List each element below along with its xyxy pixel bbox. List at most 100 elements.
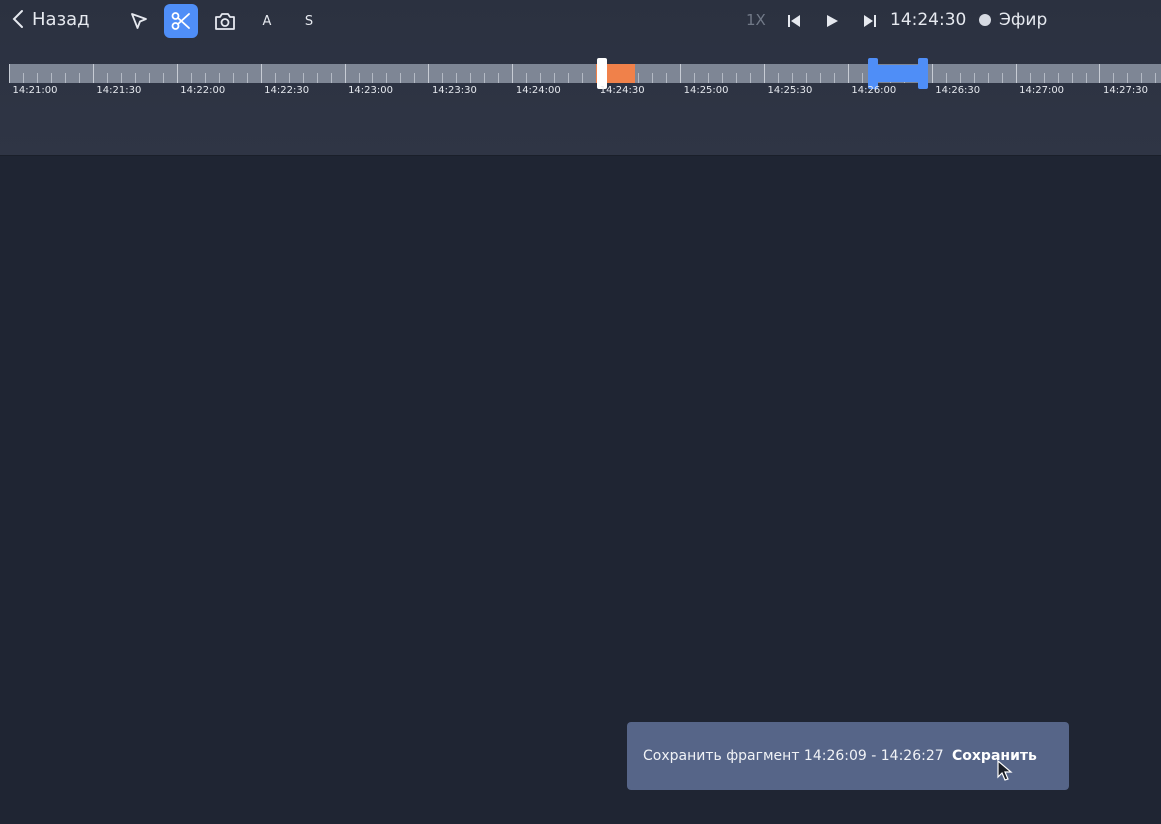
scissors-icon <box>171 12 190 30</box>
timeline-tick <box>414 73 416 83</box>
pointer-tool-button[interactable] <box>122 4 156 38</box>
current-time: 14:24:30 <box>890 10 967 30</box>
timeline-tick <box>1127 73 1129 83</box>
timeline-tick <box>372 73 374 83</box>
timeline-tick <box>1071 73 1073 83</box>
timeline-label: 14:25:30 <box>767 85 813 96</box>
timeline-tick <box>330 73 332 83</box>
a-button[interactable]: A <box>250 4 284 38</box>
timeline-tick <box>120 73 122 83</box>
a-label: A <box>262 13 272 29</box>
skip-next-icon <box>864 15 876 27</box>
timeline-label: 14:21:30 <box>96 85 142 96</box>
live-dot-icon <box>979 14 991 26</box>
timeline-tick <box>302 73 304 83</box>
timeline-label: 14:23:00 <box>348 85 393 96</box>
timeline-tick <box>246 73 248 83</box>
timeline-tick <box>708 73 710 83</box>
timeline-tick <box>680 64 682 83</box>
timeline-tick <box>791 73 793 83</box>
skip-previous-icon <box>788 15 800 27</box>
timeline-tick <box>428 64 430 83</box>
timeline-label: 14:24:30 <box>599 85 645 96</box>
timeline-tick <box>288 73 290 83</box>
timeline-label: 14:21:00 <box>12 85 58 96</box>
timeline-tick <box>833 73 835 83</box>
timeline-tick <box>190 73 192 83</box>
timeline-tick <box>526 73 528 83</box>
timeline-tick <box>218 73 220 83</box>
timeline-tick <box>805 73 807 83</box>
timeline-label: 14:26:30 <box>935 85 981 96</box>
s-button[interactable]: S <box>292 4 326 38</box>
timeline-tick <box>400 73 402 83</box>
timeline-tick <box>554 73 556 83</box>
live-button[interactable]: Эфир <box>979 10 1047 30</box>
timeline-label: 14:26:00 <box>851 85 897 96</box>
timeline-tick <box>694 73 696 83</box>
timeline-tick <box>540 73 542 83</box>
timeline-label: 14:23:30 <box>431 85 477 96</box>
timeline-tick <box>1155 73 1157 83</box>
timeline-tick <box>735 73 737 83</box>
timeline-tick <box>344 64 346 83</box>
timeline-label: 14:22:00 <box>180 85 226 96</box>
timeline-tick <box>36 73 38 83</box>
timeline-tick <box>568 73 570 83</box>
timeline-tick <box>148 73 150 83</box>
timeline-tick <box>1015 64 1017 83</box>
timeline-label: 14:27:00 <box>1019 85 1065 96</box>
back-button[interactable]: Назад <box>12 6 90 32</box>
timeline-tick <box>777 73 779 83</box>
skip-forward-button[interactable] <box>858 8 882 34</box>
timeline-tick <box>987 73 989 83</box>
timeline-tick <box>162 73 164 83</box>
timeline-tick <box>106 73 108 83</box>
timeline-tick <box>134 73 136 83</box>
skip-back-button[interactable] <box>782 8 806 34</box>
snapshot-button[interactable] <box>208 4 242 38</box>
timeline-label: 14:25:00 <box>683 85 729 96</box>
timeline-tick <box>92 64 94 83</box>
timeline-tick <box>722 73 723 83</box>
timeline-tick <box>749 73 751 83</box>
timeline-tick <box>232 73 234 83</box>
mouse-pointer-icon <box>997 760 1013 781</box>
chevron-left-icon <box>12 10 23 28</box>
play-button[interactable] <box>820 8 844 34</box>
timeline-tick <box>819 73 821 83</box>
timeline-tick <box>638 73 640 83</box>
timeline-tick <box>386 73 388 83</box>
timeline-tick <box>1113 73 1115 83</box>
timeline-labels: 14:21:00 14:21:30 14:22:00 14:22:30 14:23:00… <box>0 85 1161 99</box>
play-icon <box>827 15 838 27</box>
camera-icon <box>215 13 235 30</box>
timeline-tick <box>959 73 961 83</box>
timeline-tick <box>763 64 765 83</box>
timeline-tick <box>1057 73 1059 83</box>
cut-tool-button[interactable] <box>164 4 198 38</box>
timeline-tick <box>442 73 444 83</box>
timeline-track[interactable] <box>9 58 1161 89</box>
timeline-tick <box>498 73 500 83</box>
timeline-tick <box>204 73 206 83</box>
save-button[interactable]: Сохранить <box>952 748 1037 764</box>
timeline-tick <box>22 73 24 83</box>
timeline-tick <box>260 64 262 83</box>
timeline-tick <box>945 73 947 83</box>
timeline-tick <box>1085 73 1087 83</box>
save-fragment-message: Сохранить фрагмент 14:26:09 - 14:26:27 <box>643 748 944 764</box>
back-label: Назад <box>32 8 90 30</box>
timeline-label: 14:24:00 <box>515 85 561 96</box>
timeline-tick <box>1099 64 1101 83</box>
live-label: Эфир <box>999 10 1048 30</box>
timeline-tick <box>666 73 668 83</box>
timeline-tick <box>9 64 10 83</box>
timeline-tick <box>931 64 933 83</box>
timeline-tick <box>78 73 80 83</box>
playback-rate[interactable]: 1X <box>746 11 766 29</box>
timeline-tick <box>847 64 849 83</box>
timeline-label: 14:27:30 <box>1103 85 1148 96</box>
timeline-tick <box>1141 73 1143 83</box>
timeline-tick <box>652 73 654 83</box>
